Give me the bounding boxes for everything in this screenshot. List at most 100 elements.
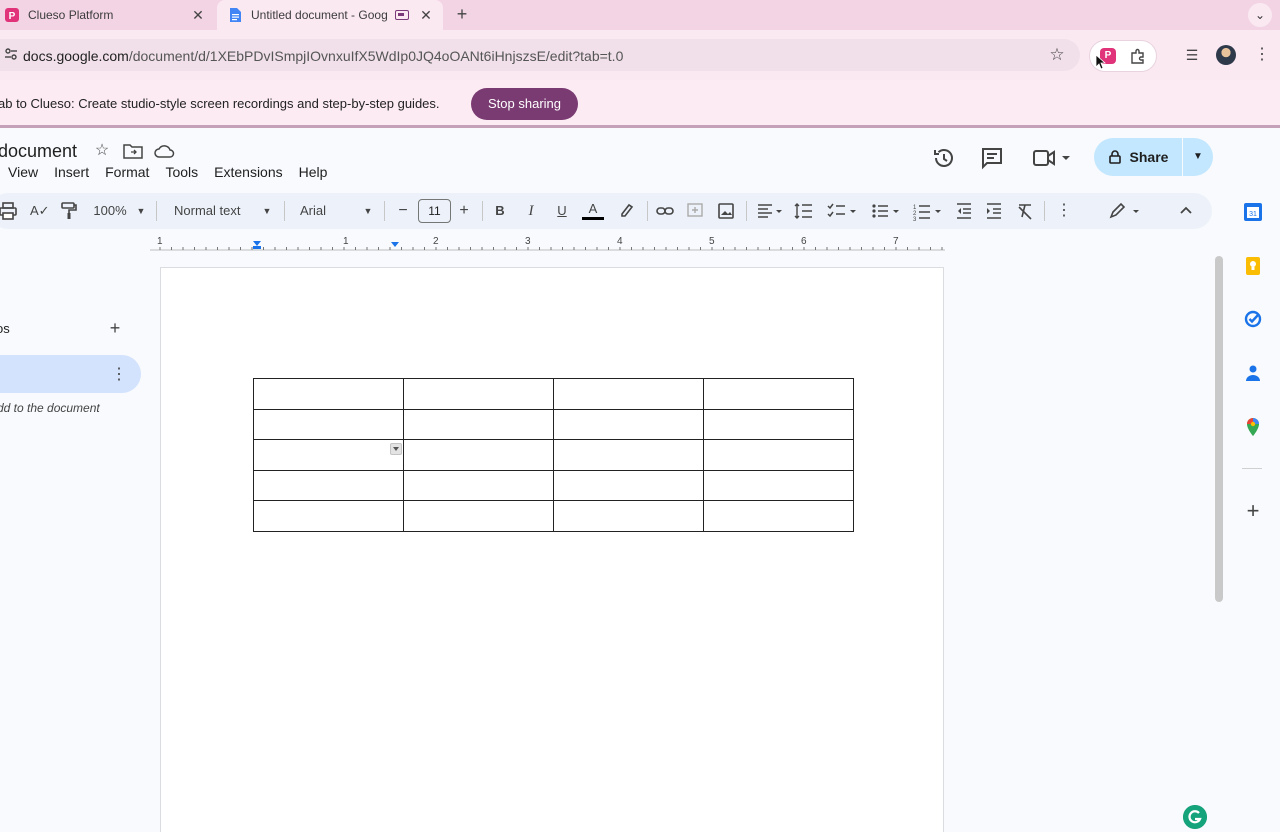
line-spacing-icon[interactable]: [793, 201, 813, 221]
menu-help[interactable]: Help: [291, 164, 336, 184]
close-tab-icon[interactable]: ✕: [417, 7, 435, 24]
first-line-indent-icon[interactable]: [253, 241, 261, 246]
maps-icon[interactable]: [1243, 417, 1263, 437]
table-cell[interactable]: [553, 378, 704, 410]
table-cell[interactable]: [253, 378, 404, 410]
paint-format-icon[interactable]: [60, 201, 78, 221]
version-history-icon[interactable]: [932, 146, 956, 170]
browser-menu-icon[interactable]: ⋮: [1254, 44, 1270, 66]
extensions-puzzle-icon[interactable]: [1130, 48, 1146, 64]
style-dropdown-icon[interactable]: ▼: [262, 201, 272, 221]
text-color-button[interactable]: A: [582, 201, 604, 220]
table-cell[interactable]: [703, 500, 854, 532]
stop-sharing-button[interactable]: Stop sharing: [471, 88, 578, 120]
tasks-icon[interactable]: [1243, 309, 1263, 329]
spellcheck-icon[interactable]: A✓: [30, 201, 50, 221]
table-cell[interactable]: [403, 500, 554, 532]
menu-tools[interactable]: Tools: [157, 164, 206, 184]
media-control-icon[interactable]: ☰: [1181, 44, 1203, 66]
site-settings-icon[interactable]: [4, 47, 18, 61]
calendar-icon[interactable]: 31: [1243, 202, 1263, 222]
insert-image-icon[interactable]: [717, 201, 735, 221]
document-table[interactable]: [253, 378, 854, 532]
more-options-icon[interactable]: ⋮: [1056, 201, 1072, 221]
comments-icon[interactable]: [980, 146, 1004, 170]
paragraph-style-select[interactable]: Normal text: [174, 201, 252, 221]
table-cell[interactable]: [403, 378, 554, 410]
clear-formatting-icon[interactable]: [1016, 201, 1034, 221]
menu-insert[interactable]: Insert: [46, 164, 97, 184]
share-dropdown-icon[interactable]: ▼: [1183, 138, 1213, 176]
document-title[interactable]: document: [0, 141, 77, 162]
table-cell[interactable]: [403, 439, 554, 471]
font-family-select[interactable]: Arial: [300, 201, 350, 221]
tab-sharing-icon[interactable]: [395, 10, 409, 20]
close-tab-icon[interactable]: ✕: [189, 7, 207, 24]
decrease-indent-icon[interactable]: [955, 201, 973, 221]
checklist-icon[interactable]: [826, 201, 858, 221]
font-dropdown-icon[interactable]: ▼: [363, 201, 373, 221]
underline-button[interactable]: U: [555, 201, 569, 221]
increase-font-size-button[interactable]: +: [457, 201, 471, 221]
right-indent-icon[interactable]: [391, 242, 399, 247]
horizontal-ruler[interactable]: 1 1 2 3 4 5 6 7: [150, 236, 945, 254]
menu-format[interactable]: Format: [97, 164, 157, 184]
left-indent-icon[interactable]: [253, 246, 261, 249]
decrease-font-size-button[interactable]: −: [396, 201, 410, 221]
increase-indent-icon[interactable]: [985, 201, 1003, 221]
insert-link-icon[interactable]: [655, 201, 675, 221]
move-folder-icon[interactable]: [123, 143, 143, 159]
get-addons-icon[interactable]: +: [1241, 498, 1265, 524]
profile-avatar[interactable]: [1216, 45, 1236, 65]
table-cell[interactable]: [403, 408, 554, 441]
table-cell[interactable]: [703, 469, 854, 502]
browser-tab-clueso[interactable]: P Clueso Platform ✕: [0, 0, 215, 30]
bookmark-star-icon[interactable]: ☆: [1046, 44, 1068, 66]
cloud-saved-icon[interactable]: [153, 143, 175, 159]
document-tab-item[interactable]: ⋮: [0, 355, 141, 393]
browser-tab-docs[interactable]: Untitled document - Goog ✕: [217, 0, 443, 30]
table-cell[interactable]: [253, 469, 404, 502]
table-cell[interactable]: [253, 439, 404, 471]
share-banner-text: ab to Clueso: Create studio-style screen…: [0, 96, 440, 111]
star-icon[interactable]: ☆: [92, 141, 112, 161]
zoom-select[interactable]: 100%: [90, 201, 130, 221]
cell-menu-icon[interactable]: [390, 443, 402, 456]
align-left-icon[interactable]: [756, 201, 784, 221]
new-tab-button[interactable]: +: [452, 4, 472, 25]
table-cell[interactable]: [703, 408, 854, 441]
add-comment-icon[interactable]: [685, 201, 705, 221]
table-cell[interactable]: [403, 469, 554, 502]
table-cell[interactable]: [703, 439, 854, 471]
menu-view[interactable]: View: [0, 164, 46, 184]
bulleted-list-icon[interactable]: [870, 201, 902, 221]
zoom-dropdown-icon[interactable]: ▼: [136, 201, 146, 221]
tab-options-icon[interactable]: ⋮: [111, 364, 127, 384]
font-size-input[interactable]: 11: [418, 199, 451, 223]
share-button[interactable]: Share: [1094, 138, 1182, 176]
table-cell[interactable]: [253, 500, 404, 532]
italic-button[interactable]: I: [524, 201, 538, 221]
table-cell[interactable]: [553, 408, 704, 441]
vertical-scrollbar[interactable]: [1215, 256, 1223, 602]
contacts-icon[interactable]: [1243, 363, 1263, 383]
highlight-color-icon[interactable]: [617, 201, 635, 221]
grammarly-icon[interactable]: [1183, 805, 1207, 829]
keep-icon[interactable]: [1243, 256, 1263, 276]
table-cell[interactable]: [553, 469, 704, 502]
table-cell[interactable]: [253, 408, 404, 441]
document-page[interactable]: [160, 267, 944, 832]
tab-search-button[interactable]: ⌄: [1248, 3, 1272, 27]
editing-mode-icon[interactable]: [1108, 201, 1142, 221]
table-cell[interactable]: [553, 439, 704, 471]
address-bar[interactable]: docs.google.com/document/d/1XEbPDvISmpjI…: [0, 39, 1080, 71]
numbered-list-icon[interactable]: 1 2 3: [912, 201, 944, 221]
bold-button[interactable]: B: [493, 201, 507, 221]
print-icon[interactable]: [0, 201, 18, 221]
table-cell[interactable]: [553, 500, 704, 532]
table-cell[interactable]: [703, 378, 854, 410]
add-tab-button[interactable]: +: [106, 318, 124, 339]
menu-extensions[interactable]: Extensions: [206, 164, 290, 184]
meet-call-icon[interactable]: [1032, 146, 1072, 170]
collapse-menus-icon[interactable]: [1178, 201, 1194, 221]
